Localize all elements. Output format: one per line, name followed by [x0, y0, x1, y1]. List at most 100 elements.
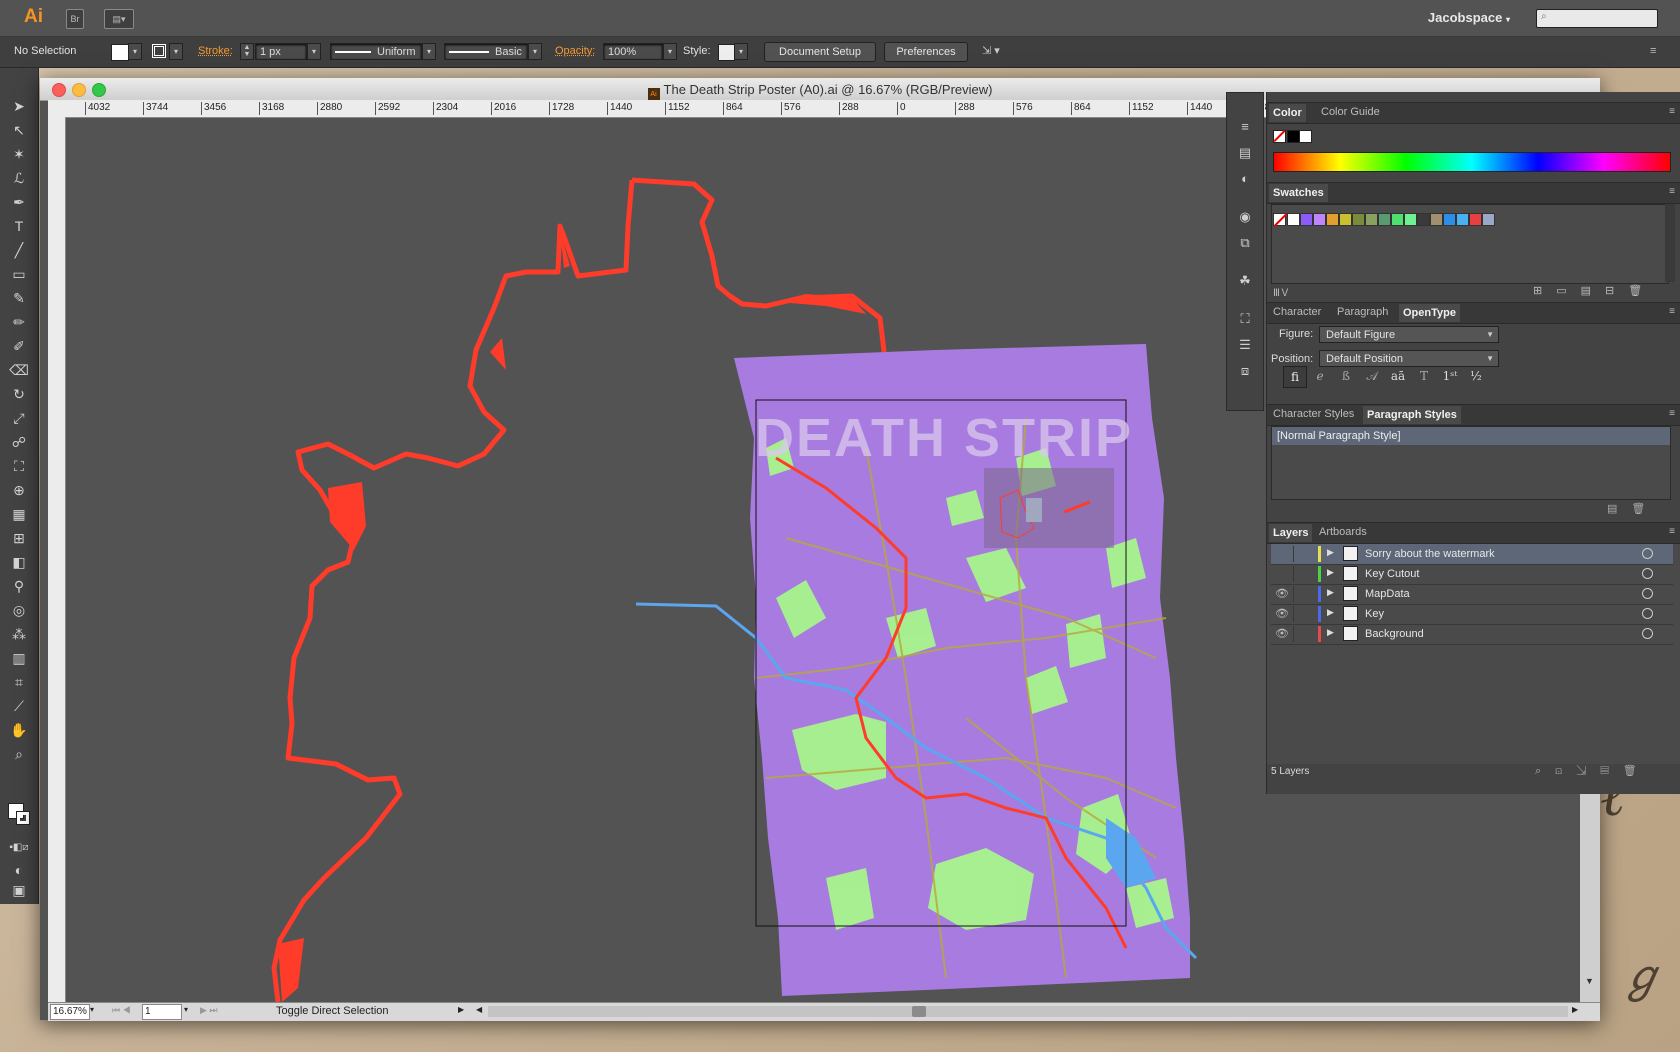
horizontal-scrollbar[interactable]: [488, 1006, 1568, 1017]
symbol-sprayer-icon[interactable]: ⁂: [9, 624, 29, 644]
warp-tool-icon[interactable]: ☍: [9, 432, 29, 452]
first-artboard-icon[interactable]: ⏮ ◀: [112, 1005, 131, 1016]
swatch-chip[interactable]: [1287, 213, 1300, 226]
artboard-tool-icon[interactable]: ⌗: [9, 672, 29, 692]
vertical-ruler[interactable]: [48, 117, 66, 1002]
fractions-icon[interactable]: ½: [1465, 366, 1487, 386]
blob-brush-icon[interactable]: ✐: [9, 336, 29, 356]
pen-tool-icon[interactable]: ✒: [9, 192, 29, 212]
stroke-label[interactable]: Stroke:: [198, 45, 233, 57]
graphic-styles-icon[interactable]: ⧉: [1236, 235, 1254, 251]
swatches-scrollbar[interactable]: [1665, 204, 1675, 282]
swatch-chip[interactable]: [1417, 213, 1430, 226]
transform-panel-icon[interactable]: ⛶: [1236, 311, 1254, 327]
profile-dropdown[interactable]: ▾: [422, 43, 436, 60]
stroke-stepper[interactable]: ▲ ▼: [240, 43, 254, 60]
fill-swatch[interactable]: [111, 44, 129, 61]
panel-menu-icon[interactable]: ≡: [1669, 106, 1675, 117]
preferences-button[interactable]: Preferences: [884, 42, 968, 62]
zoom-dropdown-icon[interactable]: ▾: [90, 1005, 94, 1014]
scroll-down-icon[interactable]: ▼: [1585, 976, 1594, 986]
artboard-dropdown-icon[interactable]: ▾: [184, 1005, 188, 1014]
visibility-eye-icon[interactable]: 👁: [1275, 587, 1289, 601]
tab-character[interactable]: Character: [1273, 306, 1321, 318]
tab-opentype[interactable]: OpenType: [1399, 304, 1460, 322]
gradient-panel-icon[interactable]: ▤: [1236, 145, 1254, 161]
workspace-switcher[interactable]: Jacobspace ▾: [1428, 10, 1510, 25]
swatch-chip[interactable]: [1391, 213, 1404, 226]
hand-tool-icon[interactable]: ✋: [9, 720, 29, 740]
arrange-documents-button[interactable]: ▤▾: [104, 9, 134, 29]
expand-triangle-icon[interactable]: ▶: [1327, 587, 1334, 598]
contextual-alternates-icon[interactable]: ℯ: [1309, 366, 1331, 386]
last-artboard-icon[interactable]: ▶ ⏭: [200, 1005, 218, 1016]
swatch-chip[interactable]: [1326, 213, 1339, 226]
appearance-panel-icon[interactable]: ◉: [1236, 209, 1254, 225]
ruler-origin[interactable]: [48, 100, 66, 118]
panel-menu-icon[interactable]: ≡: [1669, 526, 1675, 537]
ordinals-icon[interactable]: 1ˢᵗ: [1439, 366, 1461, 386]
fill-dropdown[interactable]: ▾: [128, 43, 142, 60]
line-tool-icon[interactable]: ╱: [9, 240, 29, 260]
tab-color-guide[interactable]: Color Guide: [1321, 106, 1380, 118]
rectangle-tool-icon[interactable]: ▭: [9, 264, 29, 284]
style-dropdown[interactable]: ▾: [734, 43, 748, 60]
visibility-eye-icon[interactable]: 👁: [1275, 627, 1289, 641]
layer-target-icon[interactable]: [1642, 588, 1653, 599]
swatch-chip[interactable]: [1482, 213, 1495, 226]
scroll-right-icon[interactable]: ▶: [1572, 1005, 1578, 1014]
swatch-chip[interactable]: [1339, 213, 1352, 226]
panel-menu-icon[interactable]: ≡: [1669, 186, 1675, 197]
bridge-button[interactable]: Br: [66, 9, 84, 29]
layer-target-icon[interactable]: [1642, 568, 1653, 579]
swatch-action-icons[interactable]: ⊞▭▤⊟🗑: [1533, 284, 1656, 297]
visibility-eye-icon[interactable]: 👁: [1275, 607, 1289, 621]
ligatures-icon[interactable]: ﬁ: [1283, 366, 1307, 388]
swatch-chip[interactable]: [1378, 213, 1391, 226]
layer-target-icon[interactable]: [1642, 628, 1653, 639]
free-transform-icon[interactable]: ⛶: [9, 456, 29, 476]
mesh-tool-icon[interactable]: ⊞: [9, 528, 29, 548]
swatch-chip[interactable]: [1313, 213, 1326, 226]
stroke-swatch[interactable]: [152, 44, 166, 58]
none-color-icon[interactable]: [1273, 129, 1286, 143]
zoom-tool-icon[interactable]: ⌕: [9, 744, 29, 764]
layer-row[interactable]: 👁 ▶ Key: [1271, 604, 1673, 625]
position-dropdown[interactable]: Default Position ▼: [1319, 350, 1499, 367]
pathfinder-panel-icon[interactable]: ⧈: [1236, 363, 1254, 379]
brush-definition[interactable]: Basic: [444, 43, 528, 60]
layer-action-icons[interactable]: ⌕⊡⇲▤🗑: [1535, 764, 1651, 778]
tab-paragraph[interactable]: Paragraph: [1337, 306, 1388, 318]
opacity-label[interactable]: Opacity:: [555, 45, 595, 57]
gradient-tool-icon[interactable]: ◧: [9, 552, 29, 572]
paintbrush-icon[interactable]: ✎: [9, 288, 29, 308]
tab-character-styles[interactable]: Character Styles: [1273, 408, 1354, 420]
stroke-color-box[interactable]: [16, 811, 30, 825]
expand-triangle-icon[interactable]: ▶: [1327, 627, 1334, 638]
layer-target-icon[interactable]: [1642, 548, 1653, 559]
blend-tool-icon[interactable]: ◎: [9, 600, 29, 620]
stylistic-alternates-icon[interactable]: aā: [1387, 366, 1409, 386]
direct-selection-tool-icon[interactable]: ↖: [9, 120, 29, 140]
swatch-libraries-icon[interactable]: ⅢＶ: [1273, 284, 1290, 299]
artboard-number-input[interactable]: 1: [142, 1004, 182, 1020]
transparency-panel-icon[interactable]: ◐: [1236, 171, 1254, 187]
tab-color[interactable]: Color: [1269, 104, 1306, 122]
figure-dropdown[interactable]: Default Figure ▼: [1319, 326, 1499, 343]
lock-toggle[interactable]: [1293, 546, 1310, 562]
document-setup-button[interactable]: Document Setup: [764, 42, 876, 62]
variable-width-profile[interactable]: Uniform: [330, 43, 422, 60]
visibility-eye-icon[interactable]: [1275, 547, 1289, 561]
magic-wand-icon[interactable]: ✶: [9, 144, 29, 164]
layer-target-icon[interactable]: [1642, 608, 1653, 619]
discretionary-ligatures-icon[interactable]: ß: [1335, 366, 1357, 386]
white-color-icon[interactable]: [1299, 130, 1312, 143]
lock-toggle[interactable]: [1293, 566, 1310, 582]
expand-triangle-icon[interactable]: ▶: [1327, 547, 1334, 558]
expand-triangle-icon[interactable]: ▶: [1327, 607, 1334, 618]
swatch-chip[interactable]: [1365, 213, 1378, 226]
selection-tool-icon[interactable]: ➤: [9, 96, 29, 116]
swash-icon[interactable]: 𝒜: [1361, 366, 1383, 386]
layer-row[interactable]: 👁 ▶ Background: [1271, 624, 1673, 645]
lock-toggle[interactable]: [1293, 586, 1310, 602]
